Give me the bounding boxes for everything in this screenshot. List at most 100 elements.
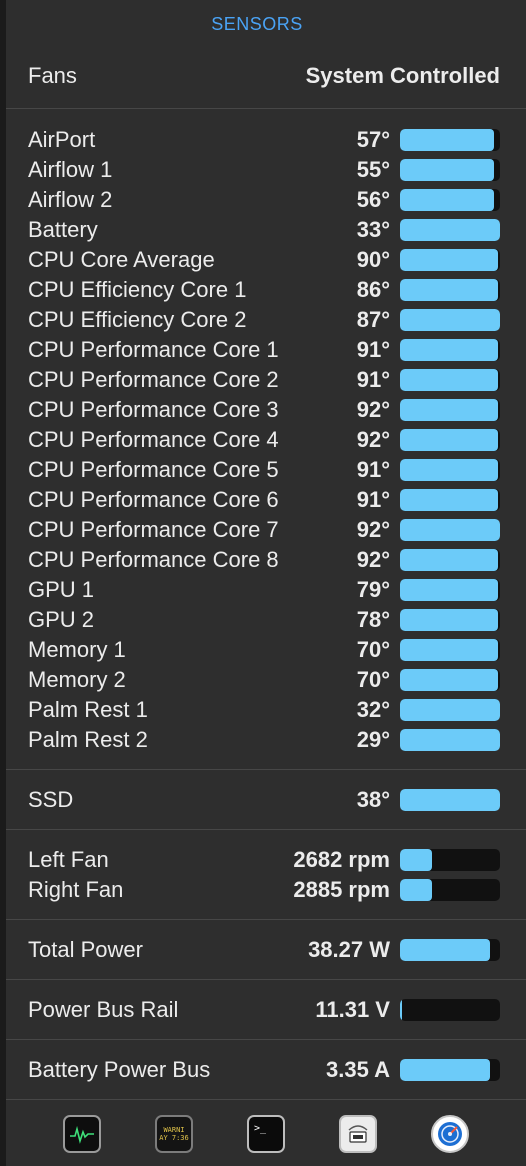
temperature-row: AirPort 57° bbox=[28, 125, 500, 155]
temperature-row: Battery 33° bbox=[28, 215, 500, 245]
temperature-row: CPU Performance Core 4 92° bbox=[28, 425, 500, 455]
current-value: 3.35 A bbox=[325, 1057, 390, 1082]
temperature-row: CPU Core Average 90° bbox=[28, 245, 500, 275]
sensor-value: 57° bbox=[356, 127, 390, 152]
sensor-bar bbox=[400, 429, 500, 451]
sensor-label: CPU Performance Core 2 bbox=[28, 367, 279, 392]
sensor-bar-fill bbox=[400, 459, 498, 481]
sensor-bar bbox=[400, 729, 500, 751]
sensor-value: 56° bbox=[356, 187, 390, 212]
temperature-row: Memory 2 70° bbox=[28, 665, 500, 695]
fan-value: 2682 rpm bbox=[293, 847, 390, 872]
activity-monitor-icon[interactable] bbox=[63, 1115, 101, 1153]
current-bar bbox=[400, 1059, 500, 1081]
sensor-value: 38° bbox=[356, 787, 390, 812]
sensor-value: 91° bbox=[356, 337, 390, 362]
sensor-bar-fill bbox=[400, 369, 498, 391]
sensor-value: 29° bbox=[356, 727, 390, 752]
fan-bar-fill bbox=[400, 849, 432, 871]
sensor-label: Airflow 1 bbox=[28, 157, 113, 182]
divider bbox=[6, 919, 526, 920]
sensor-value: 70° bbox=[356, 667, 390, 692]
sensor-bar bbox=[400, 249, 500, 271]
sensors-panel: SENSORS Fans System Controlled AirPort 57… bbox=[6, 0, 526, 1166]
console-icon[interactable]: WARNI AY 7:36 bbox=[155, 1115, 193, 1153]
sensor-bar-fill bbox=[400, 309, 500, 331]
disk-utility-icon[interactable] bbox=[431, 1115, 469, 1153]
sensor-bar bbox=[400, 609, 500, 631]
sensor-label: CPU Performance Core 7 bbox=[28, 517, 279, 542]
sensor-label: Memory 2 bbox=[28, 667, 126, 692]
voltage-label: Power Bus Rail bbox=[28, 997, 179, 1022]
sensor-bar-fill bbox=[400, 549, 498, 571]
fans-mode-value: System Controlled bbox=[305, 63, 500, 88]
temperature-row: CPU Performance Core 5 91° bbox=[28, 455, 500, 485]
temperature-row: Palm Rest 1 32° bbox=[28, 695, 500, 725]
sensor-bar-fill bbox=[400, 729, 500, 751]
sensor-bar bbox=[400, 219, 500, 241]
sensor-value: 55° bbox=[356, 157, 390, 182]
sensor-bar bbox=[400, 369, 500, 391]
fans-mode-label: Fans bbox=[28, 63, 77, 88]
temperature-row: CPU Performance Core 8 92° bbox=[28, 545, 500, 575]
sensor-bar-fill bbox=[400, 639, 498, 661]
sensor-bar bbox=[400, 399, 500, 421]
sensor-label: SSD bbox=[28, 787, 74, 812]
sensor-label: GPU 2 bbox=[28, 607, 95, 632]
sensor-bar bbox=[400, 639, 500, 661]
power-bar-fill bbox=[400, 939, 490, 961]
divider bbox=[6, 769, 526, 770]
sensor-label: CPU Efficiency Core 2 bbox=[28, 307, 247, 332]
sensor-bar-fill bbox=[400, 249, 498, 271]
sensor-label: Airflow 2 bbox=[28, 187, 113, 212]
sensor-value: 91° bbox=[356, 487, 390, 512]
fan-bar bbox=[400, 879, 500, 901]
system-information-icon[interactable] bbox=[339, 1115, 377, 1153]
voltage-bar-fill bbox=[400, 999, 402, 1021]
sensor-value: 92° bbox=[356, 547, 390, 572]
terminal-icon-text: >_ bbox=[253, 1122, 267, 1134]
power-label: Total Power bbox=[28, 937, 143, 962]
sensor-bar-fill bbox=[400, 789, 500, 811]
sensor-value: 87° bbox=[356, 307, 390, 332]
sensor-bar-fill bbox=[400, 129, 494, 151]
panel-title: SENSORS bbox=[211, 14, 303, 34]
sensor-bar-fill bbox=[400, 579, 498, 601]
sensor-label: Palm Rest 1 bbox=[28, 697, 148, 722]
sensor-bar bbox=[400, 279, 500, 301]
power-bus-rail-row: Power Bus Rail 11.31 V bbox=[28, 995, 500, 1025]
terminal-icon[interactable]: >_ bbox=[247, 1115, 285, 1153]
sensor-label: GPU 1 bbox=[28, 577, 95, 602]
temperature-row: GPU 2 78° bbox=[28, 605, 500, 635]
sensor-value: 90° bbox=[356, 247, 390, 272]
sensor-bar bbox=[400, 549, 500, 571]
sensor-label: CPU Performance Core 8 bbox=[28, 547, 279, 572]
sensor-label: Palm Rest 2 bbox=[28, 727, 148, 752]
sensor-bar-fill bbox=[400, 339, 498, 361]
voltage-value: 11.31 V bbox=[315, 997, 390, 1022]
ssd-row: SSD 38° bbox=[28, 785, 500, 815]
sensor-bar bbox=[400, 459, 500, 481]
left-fan-row: Left Fan 2682 rpm bbox=[28, 845, 500, 875]
sensor-bar-fill bbox=[400, 609, 498, 631]
temperature-row: Palm Rest 2 29° bbox=[28, 725, 500, 755]
temperature-row: CPU Performance Core 1 91° bbox=[28, 335, 500, 365]
sensor-value: 91° bbox=[356, 457, 390, 482]
current-label: Battery Power Bus bbox=[28, 1057, 211, 1082]
sensor-label: CPU Core Average bbox=[28, 247, 215, 272]
sensor-value: 91° bbox=[356, 367, 390, 392]
sensor-label: Memory 1 bbox=[28, 637, 126, 662]
fan-label: Right Fan bbox=[28, 877, 124, 902]
console-icon-text: WARNI AY 7:36 bbox=[159, 1126, 189, 1142]
sensor-label: CPU Performance Core 4 bbox=[28, 427, 279, 452]
sensor-value: 86° bbox=[356, 277, 390, 302]
sensor-value: 92° bbox=[356, 427, 390, 452]
sensor-label: CPU Performance Core 3 bbox=[28, 397, 279, 422]
temperature-row: CPU Performance Core 6 91° bbox=[28, 485, 500, 515]
temperature-row: CPU Performance Core 3 92° bbox=[28, 395, 500, 425]
divider bbox=[6, 108, 526, 109]
voltage-bar bbox=[400, 999, 500, 1021]
sensor-bar bbox=[400, 159, 500, 181]
sensor-value: 79° bbox=[356, 577, 390, 602]
power-value: 38.27 W bbox=[308, 937, 390, 962]
